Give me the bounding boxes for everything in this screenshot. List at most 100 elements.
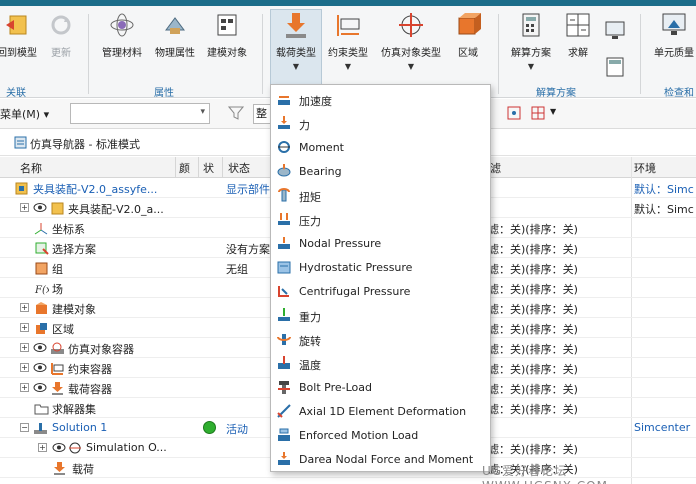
- row-filter: 滤：关)(排序：关): [488, 363, 578, 376]
- menu-item-force[interactable]: 力: [271, 111, 490, 135]
- expand-toggle[interactable]: +: [20, 383, 29, 392]
- update-button[interactable]: 更新: [44, 10, 78, 82]
- menu-item-enforced-motion[interactable]: Enforced Motion Load: [271, 423, 490, 447]
- visibility-eye-icon[interactable]: [52, 442, 66, 453]
- simulation-object-type-label: 仿真对象类型: [381, 48, 441, 59]
- menu-item-gravity[interactable]: 重力: [271, 303, 490, 327]
- manage-materials-icon: [110, 13, 134, 37]
- menu-item-label: 重力: [299, 311, 321, 324]
- solution-label: 解算方案: [511, 48, 551, 59]
- acceleration-icon: [278, 96, 290, 105]
- column-header-environment[interactable]: 环境: [634, 160, 656, 176]
- update-label: 更新: [51, 48, 71, 59]
- column-header-name[interactable]: 名称: [20, 160, 42, 176]
- solution-icon: [522, 13, 540, 37]
- field-icon: F(x): [34, 285, 49, 296]
- menu-item-label: 扭矩: [299, 191, 321, 204]
- row-filter: 滤：关)(排序：关): [488, 223, 578, 236]
- chevron-down-icon: ▼: [292, 62, 300, 71]
- region-button[interactable]: 区域: [450, 10, 486, 82]
- menu-item-centrifugal-pressure[interactable]: Centrifugal Pressure: [271, 279, 490, 303]
- assembly-icon: [51, 202, 64, 215]
- menu-item-temperature[interactable]: 温度: [271, 351, 490, 375]
- menu-item-pressure[interactable]: 压力: [271, 207, 490, 231]
- chevron-down-icon[interactable]: ▼: [550, 107, 556, 116]
- column-header-color[interactable]: 颜: [179, 160, 190, 176]
- row-name: 建模对象: [52, 303, 96, 316]
- solve-button[interactable]: 求解: [558, 10, 598, 82]
- solution-monitor-icon[interactable]: [604, 20, 626, 40]
- enforced-motion-icon: [278, 428, 290, 441]
- visibility-eye-icon[interactable]: [33, 362, 47, 373]
- expand-toggle[interactable]: +: [20, 323, 29, 332]
- menu-item-acceleration[interactable]: 加速度: [271, 87, 490, 111]
- menu-item-moment[interactable]: Moment: [271, 135, 490, 159]
- menu-item-darea-nodal-force[interactable]: Darea Nodal Force and Moment: [271, 447, 490, 471]
- modeling-objects-button[interactable]: 建模对象: [202, 10, 252, 82]
- physical-properties-button[interactable]: 物理属性: [150, 10, 200, 82]
- expand-toggle[interactable]: +: [20, 363, 29, 372]
- row-status: 无组: [226, 263, 248, 276]
- chevron-down-icon: ▼: [344, 62, 352, 71]
- menu-item-axial-1d-deformation[interactable]: Axial 1D Element Deformation: [271, 399, 490, 423]
- constraint-type-button[interactable]: 约束类型 ▼: [324, 10, 372, 82]
- solution-button[interactable]: 解算方案 ▼: [506, 10, 556, 82]
- load-type-button[interactable]: 载荷类型 ▼: [270, 9, 322, 89]
- load-container-icon: [52, 382, 63, 395]
- expand-toggle[interactable]: +: [20, 303, 29, 312]
- modeling-objects-label: 建模对象: [207, 48, 247, 59]
- element-quality-button[interactable]: 单元质量: [646, 10, 696, 82]
- menu-item-label: 温度: [299, 359, 321, 372]
- menu-item-label: 旋转: [299, 335, 321, 348]
- row-status: 显示部件: [226, 183, 270, 196]
- menu-item-rotation[interactable]: 旋转: [271, 327, 490, 351]
- manage-materials-button[interactable]: 管理材料: [98, 10, 146, 82]
- row-name: Solution 1: [52, 421, 108, 434]
- active-status-indicator: [203, 421, 216, 434]
- visibility-eye-icon[interactable]: [33, 382, 47, 393]
- expand-toggle[interactable]: +: [20, 203, 29, 212]
- snap-point-icon[interactable]: [506, 105, 522, 121]
- return-to-model-button[interactable]: 回到模型: [0, 10, 40, 82]
- solve-label: 求解: [568, 48, 588, 59]
- group-label-properties: 属性: [154, 88, 174, 99]
- load-type-menu: 加速度 力 Moment Bearing 扭矩 压力 Nodal Pressur…: [270, 84, 491, 472]
- collapse-toggle[interactable]: −: [20, 423, 29, 432]
- type-filter-select[interactable]: [70, 103, 210, 124]
- visibility-eye-icon[interactable]: [33, 202, 47, 213]
- expand-toggle[interactable]: +: [38, 443, 47, 452]
- simulation-object-type-button[interactable]: 仿真对象类型 ▼: [376, 10, 446, 82]
- column-header-filter[interactable]: 滤: [490, 160, 501, 176]
- chevron-down-icon: ▼: [407, 62, 415, 71]
- column-divider[interactable]: [222, 157, 223, 178]
- row-filter: 滤：关)(排序：关): [488, 263, 578, 276]
- menu-item-nodal-pressure[interactable]: Nodal Pressure: [271, 231, 490, 255]
- visibility-eye-icon[interactable]: [33, 342, 47, 353]
- menu-item-label: Moment: [299, 141, 344, 154]
- element-quality-icon: [662, 13, 686, 35]
- menu-item-label: Hydrostatic Pressure: [299, 261, 413, 274]
- simulation-navigator-icon: [14, 136, 27, 149]
- menu-item-bolt-preload[interactable]: Bolt Pre-Load: [271, 375, 490, 399]
- ribbon-separator: [88, 14, 89, 94]
- region-label: 区域: [458, 48, 478, 59]
- row-name: 区域: [52, 323, 74, 336]
- calculator-icon[interactable]: [604, 56, 626, 78]
- menu-item-label: 力: [299, 119, 310, 132]
- menu-item-bearing[interactable]: Bearing: [271, 159, 490, 183]
- column-header-state[interactable]: 状: [203, 160, 214, 176]
- expand-toggle[interactable]: +: [20, 343, 29, 352]
- physical-properties-label: 物理属性: [155, 48, 195, 59]
- grid-select-icon[interactable]: [530, 105, 546, 121]
- folder-icon: [34, 404, 49, 415]
- simulation-object-type-icon: [399, 13, 423, 37]
- menu-item-hydrostatic-pressure[interactable]: Hydrostatic Pressure: [271, 255, 490, 279]
- column-header-status[interactable]: 状态: [228, 160, 250, 176]
- menu-dropdown[interactable]: 菜单(M) ▾: [0, 106, 49, 122]
- filter-icon[interactable]: [228, 105, 244, 121]
- solution-icon: [34, 423, 47, 434]
- menu-item-torque[interactable]: 扭矩: [271, 183, 490, 207]
- column-divider[interactable]: [198, 157, 199, 178]
- column-divider[interactable]: [175, 157, 176, 178]
- group-label-association: 关联: [6, 88, 26, 99]
